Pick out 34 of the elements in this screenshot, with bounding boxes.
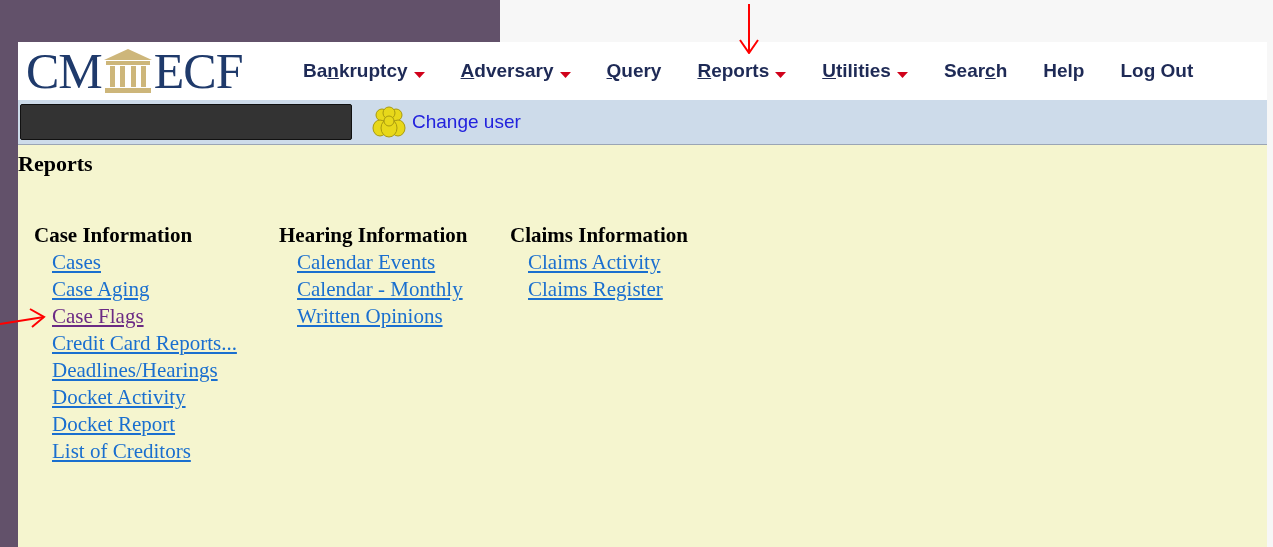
menu-item[interactable]: Log Out [1105, 60, 1215, 82]
report-link[interactable]: Calendar Events [297, 249, 436, 276]
report-link[interactable]: Calendar - Monthly [297, 276, 463, 303]
report-link[interactable]: Case Flags [52, 303, 144, 330]
caret-icon [896, 72, 908, 78]
report-link[interactable]: Cases [52, 249, 101, 276]
menu-item[interactable]: Adversary [445, 60, 592, 82]
menu-item[interactable]: Reports [682, 60, 808, 82]
caret-icon [559, 72, 571, 78]
caret-icon [413, 72, 425, 78]
section-heading: Claims Information [510, 222, 688, 249]
report-link[interactable]: Written Opinions [297, 303, 443, 330]
cmecf-logo: CM ECF [26, 46, 244, 96]
report-link[interactable]: Claims Activity [528, 249, 661, 276]
menu-item[interactable]: Query [591, 60, 683, 82]
report-link[interactable]: List of Creditors [52, 438, 191, 465]
menu-item[interactable]: Search [928, 60, 1029, 82]
menu-item[interactable]: Utilities [807, 60, 929, 82]
report-link[interactable]: Deadlines/Hearings [52, 357, 218, 384]
section-heading: Case Information [34, 222, 193, 249]
report-link[interactable]: Case Aging [52, 276, 150, 303]
menu-item[interactable]: Bankruptcy [288, 60, 446, 82]
menu-item[interactable]: Help [1028, 60, 1106, 82]
down-arrow-icon [738, 4, 760, 54]
users-icon [372, 106, 406, 138]
report-link[interactable]: Credit Card Reports... [52, 330, 237, 357]
page-title: Reports [18, 151, 93, 177]
change-user-link[interactable]: Change user [372, 106, 521, 138]
report-link[interactable]: Claims Register [528, 276, 663, 303]
right-arrow-icon [0, 307, 46, 329]
report-link[interactable]: Docket Activity [52, 384, 186, 411]
report-link[interactable]: Docket Report [52, 411, 176, 438]
section-heading: Hearing Information [279, 222, 468, 249]
caret-icon [775, 72, 787, 78]
